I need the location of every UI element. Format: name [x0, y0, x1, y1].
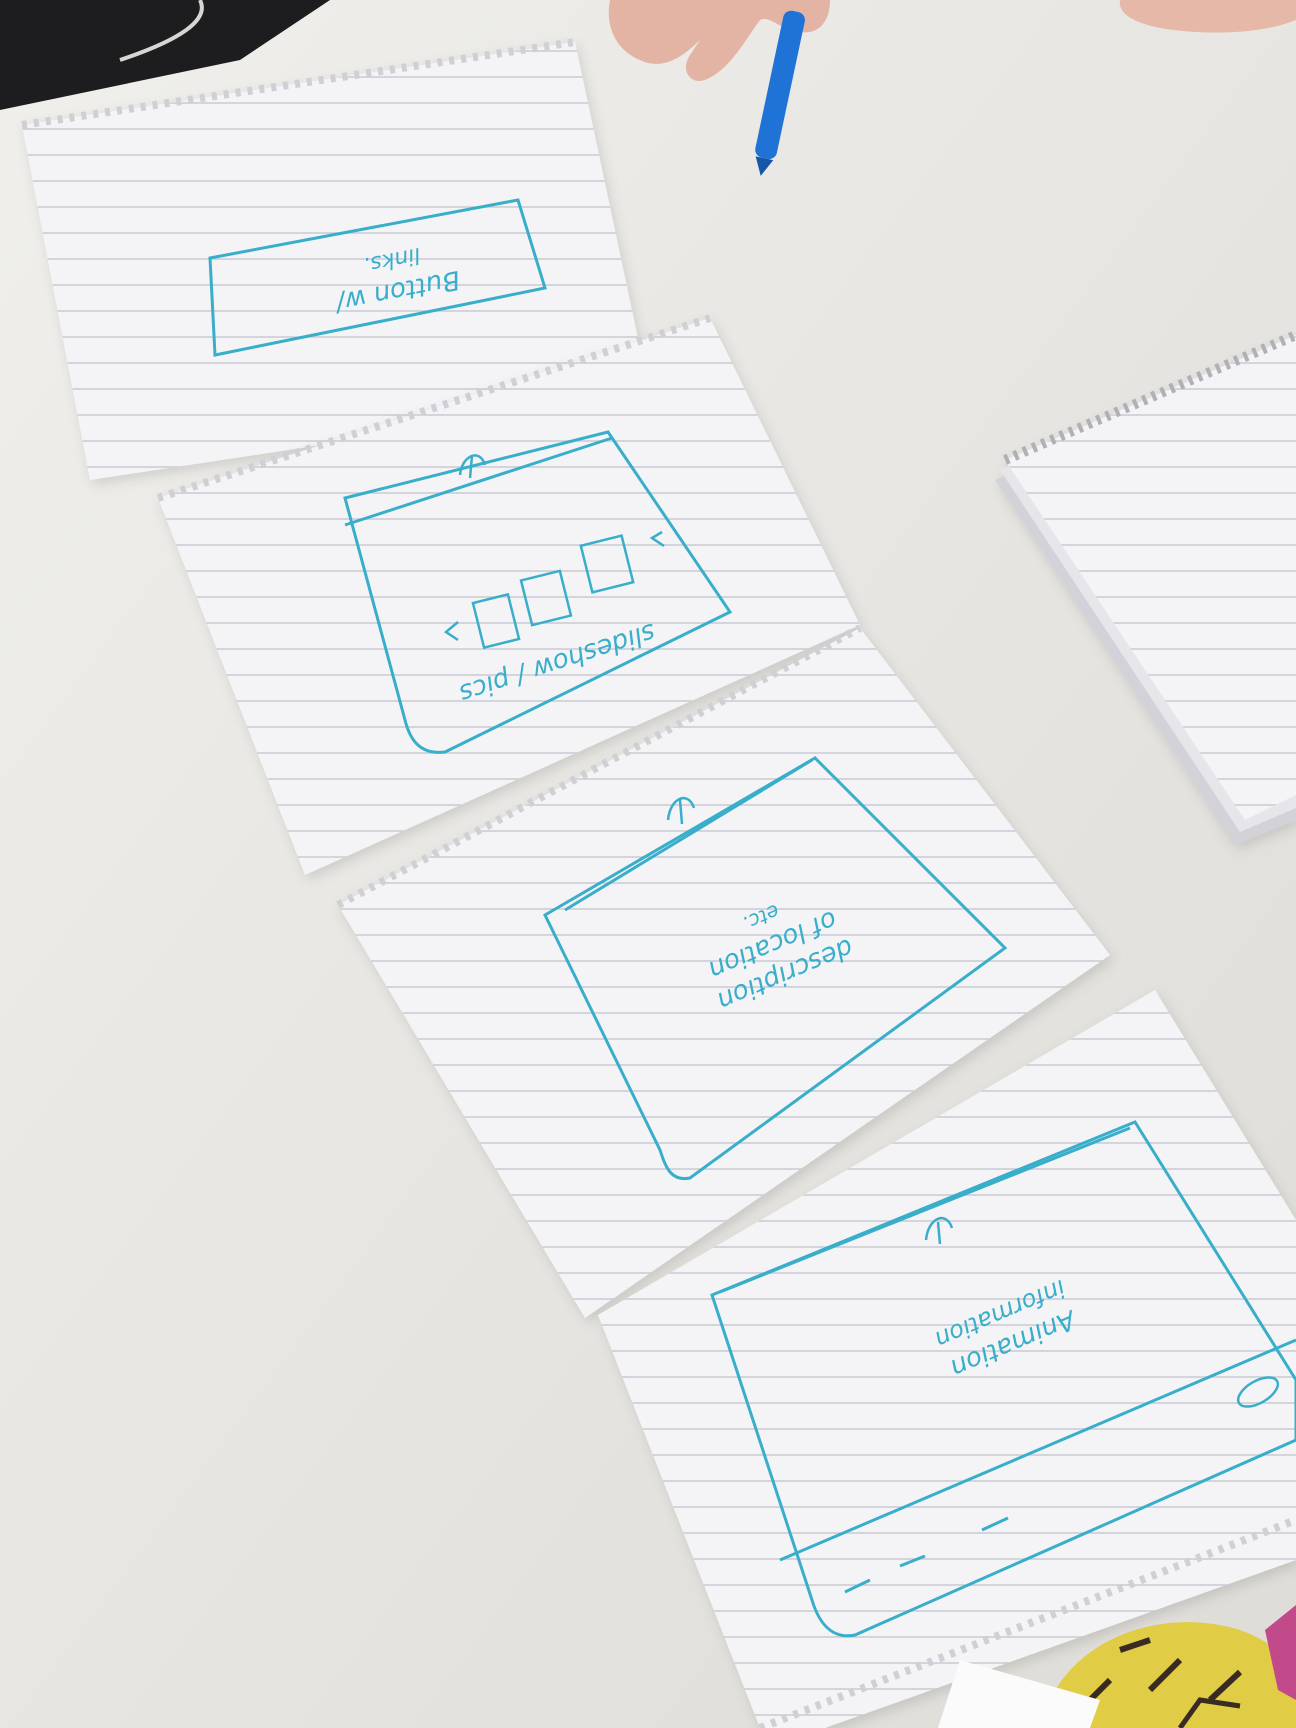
photo-scene: Button w/ links. slideshow / pics descri… [0, 0, 1296, 1728]
